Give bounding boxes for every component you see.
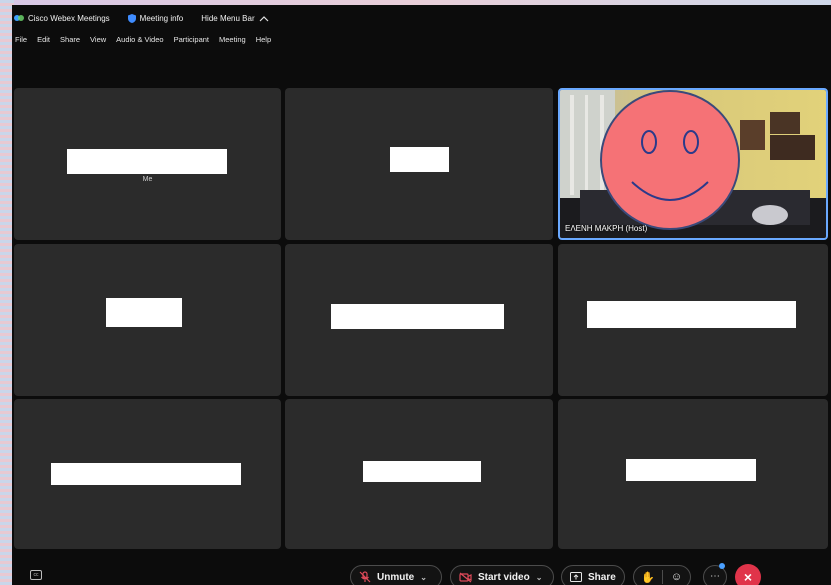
menu-view[interactable]: View bbox=[90, 35, 106, 44]
reactions-group: ✋ ☺ bbox=[633, 565, 691, 585]
participant-tile[interactable] bbox=[14, 399, 281, 549]
participant-video-host[interactable]: ΕΛΕΝΗ ΜΑΚΡΗ (Host) bbox=[558, 88, 828, 240]
redacted-name-bar bbox=[51, 463, 241, 485]
redacted-name-bar bbox=[587, 301, 796, 328]
shield-icon bbox=[127, 13, 136, 23]
self-label: Me bbox=[142, 176, 153, 183]
menu-bar: File Edit Share View Audio & Video Parti… bbox=[15, 32, 281, 46]
start-video-button[interactable]: Start video ⌄ bbox=[450, 565, 554, 585]
menu-edit[interactable]: Edit bbox=[37, 35, 50, 44]
participant-tile[interactable] bbox=[285, 244, 553, 396]
menu-audio-video[interactable]: Audio & Video bbox=[116, 35, 163, 44]
raise-hand-icon[interactable]: ✋ bbox=[634, 571, 662, 584]
meeting-info-button[interactable]: Meeting info bbox=[127, 13, 184, 23]
meeting-info-label: Meeting info bbox=[139, 13, 184, 23]
host-video-frame bbox=[560, 90, 826, 238]
redacted-name-bar bbox=[67, 149, 227, 174]
close-icon: × bbox=[743, 569, 753, 585]
meeting-controls: cc Unmute ⌄ Start video ⌄ Share ✋ ☺ ⋯ × bbox=[12, 563, 831, 585]
participant-tile-self[interactable]: Me bbox=[14, 88, 281, 240]
chevron-up-icon bbox=[259, 15, 269, 21]
chevron-down-icon[interactable]: ⌄ bbox=[420, 573, 427, 582]
leave-meeting-button[interactable]: × bbox=[735, 564, 761, 585]
participant-tile[interactable] bbox=[14, 244, 281, 396]
reactions-icon[interactable]: ☺ bbox=[663, 571, 690, 583]
notification-dot bbox=[719, 563, 725, 569]
redacted-name-bar bbox=[626, 459, 756, 481]
redacted-name-bar bbox=[390, 147, 449, 172]
participant-tile[interactable] bbox=[285, 399, 553, 549]
start-video-label: Start video bbox=[478, 571, 530, 583]
more-icon: ⋯ bbox=[710, 571, 720, 582]
redacted-name-bar bbox=[363, 461, 481, 482]
redacted-name-bar bbox=[331, 304, 504, 329]
app-name: Cisco Webex Meetings bbox=[28, 13, 110, 23]
menu-help[interactable]: Help bbox=[256, 35, 271, 44]
title-bar: Cisco Webex Meetings Meeting info Hide M… bbox=[12, 8, 831, 28]
webex-logo-icon bbox=[14, 15, 24, 21]
chevron-down-icon[interactable]: ⌄ bbox=[536, 573, 543, 582]
captions-icon[interactable]: cc bbox=[30, 570, 42, 580]
app-title: Cisco Webex Meetings bbox=[14, 14, 110, 23]
microphone-muted-icon bbox=[359, 571, 371, 583]
participant-tile[interactable] bbox=[558, 399, 828, 549]
hide-menu-bar-label: Hide Menu Bar bbox=[201, 13, 255, 23]
video-off-icon bbox=[459, 572, 472, 582]
participant-tile[interactable] bbox=[558, 244, 828, 396]
share-button[interactable]: Share bbox=[561, 565, 625, 585]
menu-share[interactable]: Share bbox=[60, 35, 80, 44]
participant-tile[interactable] bbox=[285, 88, 553, 240]
menu-participant[interactable]: Participant bbox=[174, 35, 209, 44]
menu-file[interactable]: File bbox=[15, 35, 27, 44]
unmute-button[interactable]: Unmute ⌄ bbox=[350, 565, 442, 585]
unmute-label: Unmute bbox=[377, 571, 415, 583]
menu-meeting[interactable]: Meeting bbox=[219, 35, 246, 44]
share-label: Share bbox=[588, 571, 616, 583]
redacted-name-bar bbox=[106, 298, 182, 327]
host-name-label: ΕΛΕΝΗ ΜΑΚΡΗ (Host) bbox=[565, 224, 648, 233]
webex-window: Cisco Webex Meetings Meeting info Hide M… bbox=[12, 5, 831, 585]
share-screen-icon bbox=[570, 572, 582, 582]
hide-menu-bar-button[interactable]: Hide Menu Bar bbox=[201, 14, 272, 23]
